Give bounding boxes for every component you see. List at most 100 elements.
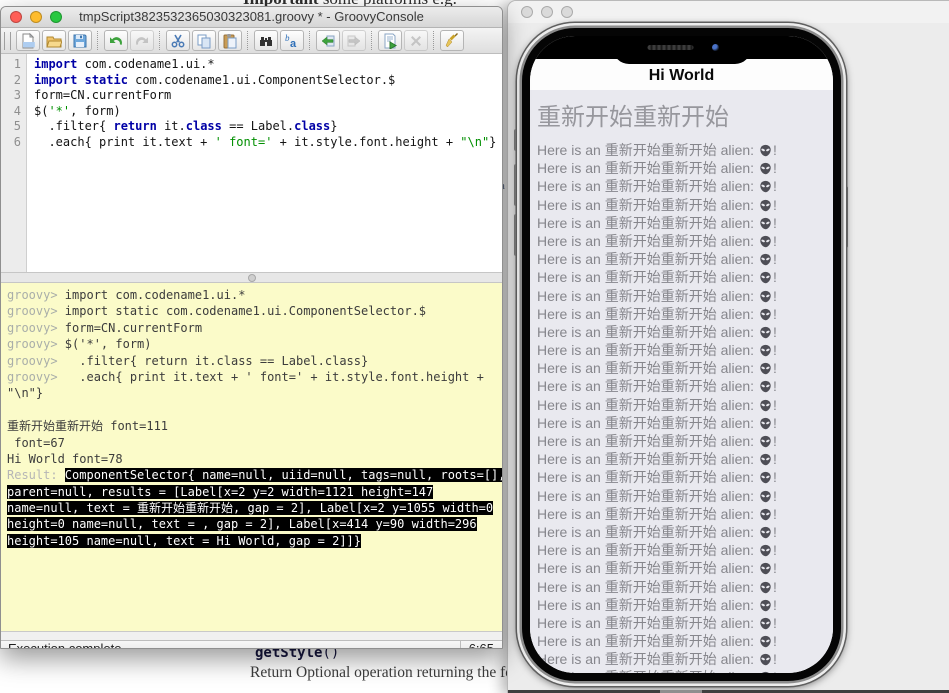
alien-icon <box>758 233 773 249</box>
list-item: Here is an 重新开始重新开始 alien: ! <box>530 450 833 468</box>
list-item: Here is an 重新开始重新开始 alien: ! <box>530 632 833 650</box>
list-item: Here is an 重新开始重新开始 alien: ! <box>530 468 833 486</box>
output-line: font=67 <box>7 435 496 451</box>
zoom-button[interactable] <box>50 11 62 23</box>
code-line: import com.codename1.ui.* <box>34 57 496 73</box>
list-item: Here is an 重新开始重新开始 alien: ! <box>530 523 833 541</box>
output-area[interactable]: groovy> import com.codename1.ui.* groovy>… <box>1 283 502 631</box>
history-next-icon <box>346 33 362 49</box>
save-file-button[interactable] <box>68 30 92 51</box>
code-line: form=CN.currentForm <box>34 88 496 104</box>
interrupt-button[interactable] <box>404 30 428 51</box>
cut-button[interactable] <box>166 30 190 51</box>
line-number: 6 <box>1 135 21 151</box>
phone-screen: Hi World 重新开始重新开始 Here is an 重新开始重新开始 al… <box>530 36 833 673</box>
camera-icon <box>712 44 719 51</box>
list-item: Here is an 重新开始重新开始 alien: ! <box>530 650 833 668</box>
minimize-button[interactable] <box>30 11 42 23</box>
history-previous-button[interactable] <box>316 30 340 51</box>
alien-icon <box>758 597 773 613</box>
list-item: Here is an 重新开始重新开始 alien: ! <box>530 559 833 577</box>
list-item: Here is an 重新开始重新开始 alien: ! <box>530 141 833 159</box>
output-line <box>7 402 496 418</box>
alien-icon <box>758 288 773 304</box>
output-line: groovy> .each{ print it.text + ' font=' … <box>7 369 496 385</box>
alien-icon <box>758 197 773 213</box>
minimize-button[interactable] <box>541 6 553 18</box>
clear-output-icon <box>444 33 460 49</box>
alien-icon <box>758 669 773 673</box>
replace-icon: ba <box>284 33 300 49</box>
console-titlebar[interactable]: tmpScript3823532365030323081.groovy * - … <box>1 7 502 28</box>
alien-icon <box>758 251 773 267</box>
code-area[interactable]: import com.codename1.ui.*import static c… <box>27 54 496 272</box>
paste-button[interactable] <box>218 30 242 51</box>
form-heading-label: 重新开始重新开始 <box>530 90 833 141</box>
toolbar-separator <box>371 31 373 50</box>
code-line: .each{ print it.text + ' font=' + it.sty… <box>34 135 496 151</box>
clear-output-button[interactable] <box>440 30 464 51</box>
notch <box>613 36 751 64</box>
copy-icon <box>196 33 212 49</box>
alien-icon <box>758 415 773 431</box>
history-next-button[interactable] <box>342 30 366 51</box>
alien-icon <box>758 542 773 558</box>
split-pane-divider[interactable] <box>1 272 502 283</box>
alien-icon <box>758 451 773 467</box>
list-item: Here is an 重新开始重新开始 alien: ! <box>530 159 833 177</box>
toolbar-separator <box>433 31 435 50</box>
find-button[interactable] <box>254 30 278 51</box>
alien-icon <box>758 178 773 194</box>
line-number: 4 <box>1 104 21 120</box>
speaker-icon <box>647 45 693 50</box>
zoom-button[interactable] <box>561 6 573 18</box>
close-button[interactable] <box>521 6 533 18</box>
output-line: Result: ComponentSelector{ name=null, ui… <box>7 467 496 483</box>
undo-button[interactable] <box>104 30 128 51</box>
alien-icon <box>758 160 773 176</box>
code-line: import static com.codename1.ui.Component… <box>34 73 496 89</box>
iphone-device-frame: Hi World 重新开始重新开始 Here is an 重新开始重新开始 al… <box>517 23 846 686</box>
label-list: Here is an 重新开始重新开始 alien: !Here is an 重… <box>530 141 833 673</box>
simulator-window: Hi World 重新开始重新开始 Here is an 重新开始重新开始 al… <box>507 0 949 693</box>
list-item: Here is an 重新开始重新开始 alien: ! <box>530 668 833 673</box>
line-number: 1 <box>1 57 21 73</box>
toolbar-grip[interactable] <box>4 32 11 50</box>
open-file-button[interactable] <box>42 30 66 51</box>
output-line: groovy> form=CN.currentForm <box>7 320 496 336</box>
line-number: 2 <box>1 73 21 89</box>
status-message: Execution complete. <box>8 641 125 649</box>
output-line: Hi World font=78 <box>7 451 496 467</box>
alien-icon <box>758 215 773 231</box>
alien-icon <box>758 342 773 358</box>
replace-button[interactable]: ba <box>280 30 304 51</box>
toolbar-separator <box>97 31 99 50</box>
line-number: 3 <box>1 88 21 104</box>
caret-position: 6:65 <box>460 641 502 649</box>
status-bar: Execution complete. 6:65 <box>1 631 502 649</box>
history-previous-icon <box>320 33 336 49</box>
simulator-titlebar[interactable] <box>508 1 949 23</box>
close-button[interactable] <box>10 11 22 23</box>
window-title: tmpScript3823532365030323081.groovy * - … <box>1 7 502 27</box>
output-line: groovy> import com.codename1.ui.* <box>7 287 496 303</box>
code-line: .filter{ return it.class == Label.class} <box>34 119 496 135</box>
list-item: Here is an 重新开始重新开始 alien: ! <box>530 505 833 523</box>
alien-icon <box>758 579 773 595</box>
code-editor[interactable]: 123456 import com.codename1.ui.*import s… <box>1 54 502 272</box>
find-icon <box>258 33 274 49</box>
open-file-icon <box>46 33 62 49</box>
alien-icon <box>758 506 773 522</box>
toolbar-separator <box>159 31 161 50</box>
alien-icon <box>758 433 773 449</box>
redo-button[interactable] <box>130 30 154 51</box>
copy-button[interactable] <box>192 30 216 51</box>
app-content[interactable]: 重新开始重新开始 Here is an 重新开始重新开始 alien: !Her… <box>530 90 833 673</box>
list-item: Here is an 重新开始重新开始 alien: ! <box>530 268 833 286</box>
alien-icon <box>758 560 773 576</box>
toolbar-separator <box>309 31 311 50</box>
execute-script-button[interactable] <box>378 30 402 51</box>
new-file-icon <box>20 33 36 49</box>
new-file-button[interactable] <box>16 30 40 51</box>
list-item: Here is an 重新开始重新开始 alien: ! <box>530 614 833 632</box>
